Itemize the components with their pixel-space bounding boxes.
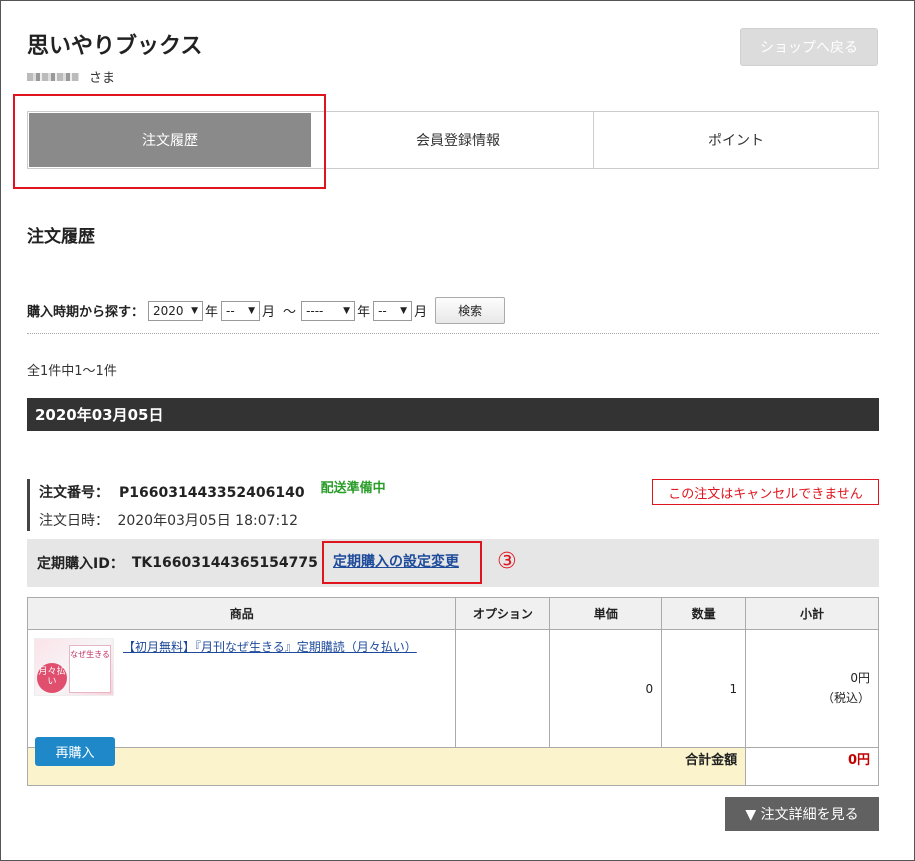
month-unit: 月 [414,305,428,320]
date-search-form: 購入時期から探す： 2020 ▼ 年 -- ▼ 月 ～ ---- ▼ 年 -- ▼ 月 … [27,297,506,324]
year-from-select[interactable]: 2020 ▼ [148,300,204,321]
total-label: 合計金額 [26,747,747,786]
order-number-label: 注文番号： [39,485,109,501]
column-header: 数量 [661,597,747,630]
column-header: オプション [455,597,551,630]
subscription-id: TK16603144365154775 [131,555,318,571]
table-header-row: 商品 オプション 単価 数量 小計 [26,597,879,630]
annotation-marker: ③ [497,549,517,574]
cancel-notice: この注文はキャンセルできません [652,479,879,505]
user-suffix: さま [89,71,116,86]
year-to-select[interactable]: ---- ▼ [301,300,356,321]
chevron-down-icon: ▼ [248,305,256,316]
search-button[interactable]: 検索 [435,297,506,324]
search-label: 購入時期から探す： [27,305,145,320]
range-separator: ～ [283,305,297,320]
rebuy-button[interactable]: 再購入 [35,737,115,766]
tax-note: （税込） [821,690,870,705]
table-row: なぜ生きる 月々払い 【初月無料】『月刊なぜ生きる』定期購読（月々払い） 再購入… [26,629,879,766]
result-count: 全1件中1～1件 [27,364,117,379]
order-detail-button[interactable]: ▼ 注文詳細を見る [725,797,879,831]
month-to-select[interactable]: -- ▼ [373,300,413,321]
quantity-cell: 1 [661,629,747,748]
order-datetime: 2020年03月05日 18:07:12 [117,513,299,529]
column-header: 商品 [26,597,457,630]
column-header: 小計 [745,597,879,630]
thumbnail-cover: なぜ生きる [69,645,111,693]
product-cell: なぜ生きる 月々払い 【初月無料】『月刊なぜ生きる』定期購読（月々払い） 再購入 [26,629,457,766]
chevron-down-icon: ▼ [191,305,199,316]
order-number: P166031443352406140 [119,485,305,501]
subtotal-cell: 0円 （税込） [745,629,879,748]
thumbnail-badge: 月々払い [37,663,67,693]
section-title: 注文履歴 [27,227,95,247]
chevron-down-icon: ▼ [400,305,408,316]
product-link[interactable]: 【初月無料】『月刊なぜ生きる』定期購読（月々払い） [123,638,417,655]
year-unit: 年 [357,305,371,320]
total-value: 0円 [745,747,879,786]
option-cell [455,629,551,748]
tab-points[interactable]: ポイント [593,112,878,168]
order-date-header: 2020年03月05日 [27,398,879,431]
user-name-redacted [27,72,79,81]
chevron-down-icon: ▼ [343,305,351,316]
subtotal-value: 0円 [850,671,870,686]
status-badge: 配送準備中 [320,481,386,496]
month-unit: 月 [262,305,276,320]
shop-title: 思いやりブックス [27,34,203,59]
highlight-box-link [322,541,482,584]
unit-price-cell: 0 [549,629,663,748]
order-summary: 注文番号： P166031443352406140 配送準備中 注文日時： 20… [27,479,386,531]
month-from-select[interactable]: -- ▼ [221,300,261,321]
divider [27,333,879,334]
product-thumbnail[interactable]: なぜ生きる 月々払い [34,638,114,696]
tab-member-info[interactable]: 会員登録情報 [323,112,593,168]
order-items-table: 商品 オプション 単価 数量 小計 なぜ生きる 月々払い 【初月無料】『月刊なぜ… [26,597,879,786]
total-row: 合計金額 0円 [26,747,879,786]
back-to-shop-button[interactable]: ショップへ戻る [740,28,878,66]
subscription-id-label: 定期購入ID： [37,556,124,572]
column-header: 単価 [549,597,663,630]
highlight-box-tab [13,94,326,189]
user-greeting: さま [27,67,115,86]
order-datetime-label: 注文日時： [39,513,109,529]
year-unit: 年 [205,305,219,320]
